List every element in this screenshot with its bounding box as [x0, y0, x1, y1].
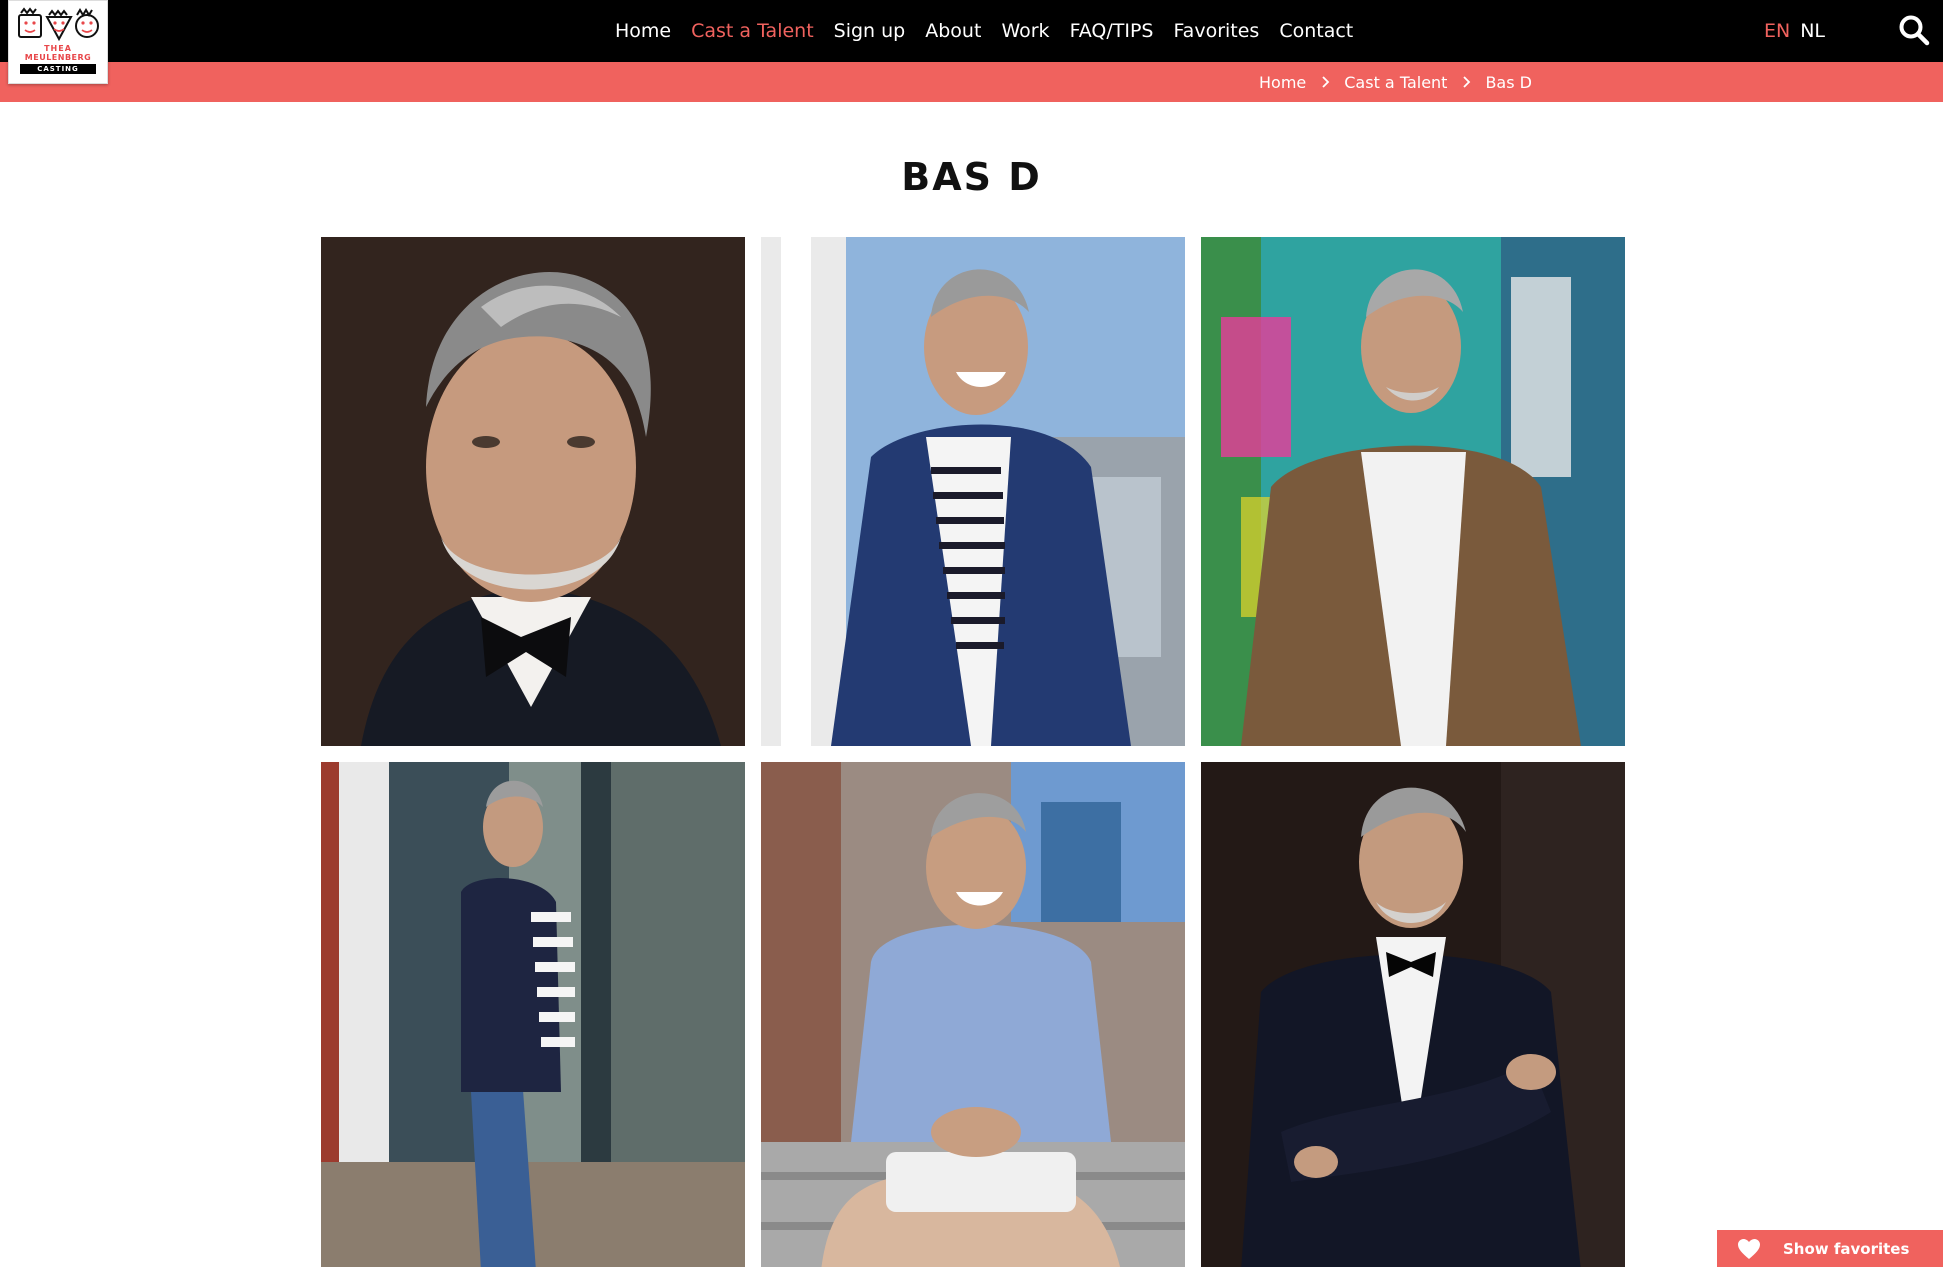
show-favorites-button[interactable]: Show favorites — [1717, 1230, 1943, 1267]
photo-tuxedo-arms-crossed-image — [1201, 762, 1625, 1267]
photo-blue-shirt-image — [761, 762, 1185, 1267]
nav-item-faq-tips[interactable]: FAQ/TIPS — [1070, 20, 1154, 42]
nav-item-sign-up[interactable]: Sign up — [834, 20, 906, 42]
show-favorites-label: Show favorites — [1783, 1239, 1910, 1258]
photo-tuxedo-arms-crossed[interactable] — [1201, 762, 1625, 1267]
page-title: BAS D — [897, 155, 1046, 199]
photo-bodywarmer[interactable] — [321, 762, 745, 1267]
nav-item-cast-a-talent[interactable]: Cast a Talent — [691, 20, 814, 42]
breadcrumb-cast-a-talent[interactable]: Cast a Talent — [1344, 73, 1447, 92]
nav-item-favorites[interactable]: Favorites — [1174, 20, 1260, 42]
search-icon — [1899, 15, 1930, 46]
photo-navy-jacket[interactable] — [761, 237, 1185, 746]
breadcrumb-home[interactable]: Home — [1259, 73, 1306, 92]
nav-item-home[interactable]: Home — [615, 20, 671, 42]
logo-faces-icon — [18, 7, 99, 42]
photo-portrait-tuxedo-image — [321, 237, 745, 746]
logo-text-thea: THEA — [44, 44, 72, 53]
language-switcher: EN NL — [1764, 0, 1835, 62]
chevron-right-icon — [1322, 76, 1330, 88]
search-button[interactable] — [1898, 14, 1930, 46]
photo-leather-jacket-image — [1201, 237, 1625, 746]
heart-icon — [1738, 1238, 1760, 1259]
nav-item-about[interactable]: About — [925, 20, 981, 42]
language-en[interactable]: EN — [1764, 20, 1790, 42]
logo-text-casting: CASTING — [20, 64, 96, 74]
nav-item-work[interactable]: Work — [1001, 20, 1049, 42]
photo-blue-shirt[interactable] — [761, 762, 1185, 1267]
breadcrumb-bar: Home Cast a Talent Bas D — [0, 62, 1943, 102]
title-section: BAS D — [0, 155, 1943, 199]
breadcrumb: Home Cast a Talent Bas D — [1259, 62, 1532, 102]
photo-portrait-tuxedo[interactable] — [321, 237, 745, 746]
breadcrumb-current: Bas D — [1485, 72, 1532, 92]
photo-navy-jacket-image — [761, 237, 1185, 746]
language-nl[interactable]: NL — [1800, 20, 1825, 42]
top-navigation-bar: THEA MEULENBERG CASTING Home Cast a Tale… — [0, 0, 1943, 84]
main-menu: Home Cast a Talent Sign up About Work FA… — [615, 0, 1373, 62]
logo-text-meulenberg: MEULENBERG — [24, 53, 92, 62]
photo-bodywarmer-image — [321, 762, 745, 1267]
photo-leather-jacket[interactable] — [1201, 237, 1625, 746]
nav-item-contact[interactable]: Contact — [1279, 20, 1353, 42]
logo[interactable]: THEA MEULENBERG CASTING — [8, 0, 108, 84]
chevron-right-icon — [1463, 76, 1471, 88]
